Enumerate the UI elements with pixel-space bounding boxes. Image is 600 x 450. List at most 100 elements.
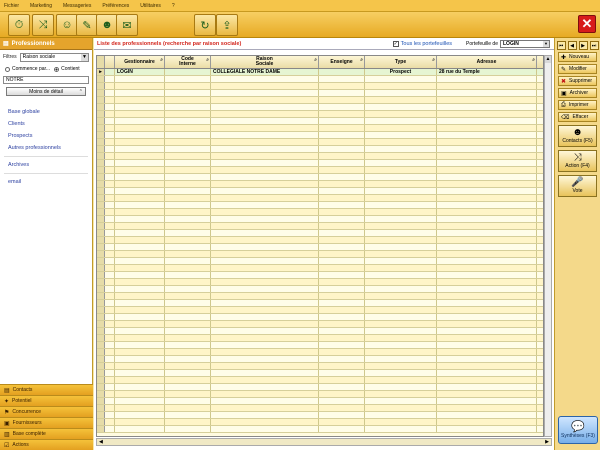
table-row[interactable]	[97, 314, 543, 321]
table-row[interactable]	[97, 104, 543, 111]
column-raison-sociale[interactable]: Raison Sociale ⌕	[211, 56, 319, 68]
table-row[interactable]	[97, 139, 543, 146]
accordion-actions[interactable]: ☑ Actions	[0, 439, 93, 450]
row-selector[interactable]	[97, 188, 105, 194]
row-selector[interactable]	[97, 174, 105, 180]
edit-button[interactable]: ✎ Modifier	[558, 64, 597, 74]
row-selector[interactable]	[97, 83, 105, 89]
table-row[interactable]	[97, 230, 543, 237]
nav-prospects[interactable]: Prospects	[0, 130, 92, 142]
table-row[interactable]	[97, 76, 543, 83]
table-row[interactable]	[97, 125, 543, 132]
export-icon[interactable]: ⇪	[216, 14, 238, 36]
menu-utilitaires[interactable]: Utilitaires	[140, 3, 161, 9]
accordion-contacts[interactable]: ▤ Contacts	[0, 384, 93, 395]
people-icon[interactable]: ☺	[56, 14, 78, 36]
table-row[interactable]	[97, 146, 543, 153]
row-selector[interactable]	[97, 118, 105, 124]
clock-icon[interactable]: ⏱	[8, 14, 30, 36]
table-row[interactable]	[97, 349, 543, 356]
row-selector[interactable]	[97, 342, 105, 348]
row-selector[interactable]	[97, 321, 105, 327]
horizontal-scrollbar[interactable]: ◀ ▶	[96, 438, 552, 446]
radio-contains[interactable]	[54, 66, 60, 72]
first-record-icon[interactable]: ⏮	[556, 41, 566, 50]
prev-record-icon[interactable]: ◀	[567, 41, 577, 50]
menu-fichier[interactable]: Fichier	[4, 3, 19, 9]
row-selector[interactable]	[97, 286, 105, 292]
row-selector[interactable]	[97, 356, 105, 362]
table-row[interactable]	[97, 300, 543, 307]
table-row[interactable]	[97, 363, 543, 370]
accordion-potentiel[interactable]: ✦ Potentiel	[0, 395, 93, 406]
row-selector[interactable]	[97, 300, 105, 306]
row-selector[interactable]	[97, 391, 105, 397]
row-selector[interactable]	[97, 412, 105, 418]
row-selector[interactable]	[97, 139, 105, 145]
table-row[interactable]	[97, 335, 543, 342]
row-selector[interactable]	[97, 90, 105, 96]
table-row[interactable]	[97, 405, 543, 412]
column-type[interactable]: Type ⌕	[365, 56, 437, 68]
table-row[interactable]	[97, 419, 543, 426]
scroll-left-icon[interactable]: ◀	[99, 439, 103, 445]
table-row[interactable]	[97, 83, 543, 90]
sort-icon[interactable]: ⌕	[206, 58, 209, 63]
table-row[interactable]	[97, 97, 543, 104]
search-input[interactable]: NOTRE	[3, 76, 89, 84]
table-row[interactable]	[97, 384, 543, 391]
column-enseigne[interactable]: Enseigne ⌕	[319, 56, 365, 68]
column-code-interne[interactable]: Code Interne ⌕	[165, 56, 211, 68]
refresh-icon[interactable]: ↻	[194, 14, 216, 36]
row-selector[interactable]	[97, 216, 105, 222]
filter-select[interactable]: Raison sociale ▼	[19, 52, 89, 62]
new-button[interactable]: ✚ Nouveau	[558, 52, 597, 62]
row-selector[interactable]	[97, 244, 105, 250]
table-row[interactable]	[97, 342, 543, 349]
row-selector[interactable]	[97, 265, 105, 271]
row-selector[interactable]	[97, 237, 105, 243]
table-row[interactable]	[97, 132, 543, 139]
nav-archives[interactable]: Archives	[0, 159, 92, 171]
synthese-button[interactable]: 💬 Synthèses (F3)	[558, 416, 598, 444]
sort-icon[interactable]: ⌕	[160, 58, 163, 63]
last-record-icon[interactable]: ⏭	[589, 41, 599, 50]
column-adresse[interactable]: Adresse ⌕	[437, 56, 537, 68]
row-selector[interactable]	[97, 377, 105, 383]
nav-base-globale[interactable]: Base globale	[0, 106, 92, 118]
nav-autres-professionnels[interactable]: Autres professionnels	[0, 142, 92, 154]
next-record-icon[interactable]: ▶	[578, 41, 588, 50]
table-row[interactable]	[97, 244, 543, 251]
table-row[interactable]	[97, 153, 543, 160]
table-row[interactable]	[97, 118, 543, 125]
delete-button[interactable]: ✖ Supprimer	[558, 76, 597, 86]
table-row[interactable]	[97, 160, 543, 167]
table-row[interactable]	[97, 174, 543, 181]
clear-button[interactable]: ⌫ Effacer	[558, 112, 597, 122]
mail-icon[interactable]: ✉	[116, 14, 138, 36]
row-selector[interactable]	[97, 104, 105, 110]
table-row[interactable]	[97, 216, 543, 223]
table-row[interactable]	[97, 265, 543, 272]
close-button[interactable]: ✕	[578, 15, 596, 33]
row-selector[interactable]	[97, 195, 105, 201]
nav-clients[interactable]: Clients	[0, 118, 92, 130]
row-selector[interactable]	[97, 181, 105, 187]
table-row[interactable]	[97, 195, 543, 202]
row-selector[interactable]	[97, 153, 105, 159]
row-selector[interactable]	[97, 209, 105, 215]
row-selector[interactable]	[97, 258, 105, 264]
table-row[interactable]	[97, 111, 543, 118]
nav-email[interactable]: email	[0, 176, 92, 188]
row-selector[interactable]	[97, 160, 105, 166]
row-selector[interactable]	[97, 328, 105, 334]
table-row[interactable]	[97, 181, 543, 188]
table-row[interactable]	[97, 237, 543, 244]
table-row[interactable]	[97, 209, 543, 216]
table-row[interactable]	[97, 398, 543, 405]
menu-help[interactable]: ?	[172, 3, 175, 9]
table-row[interactable]	[97, 356, 543, 363]
row-selector[interactable]	[97, 293, 105, 299]
sort-icon[interactable]: ⌕	[532, 58, 535, 63]
row-selector[interactable]	[97, 398, 105, 404]
